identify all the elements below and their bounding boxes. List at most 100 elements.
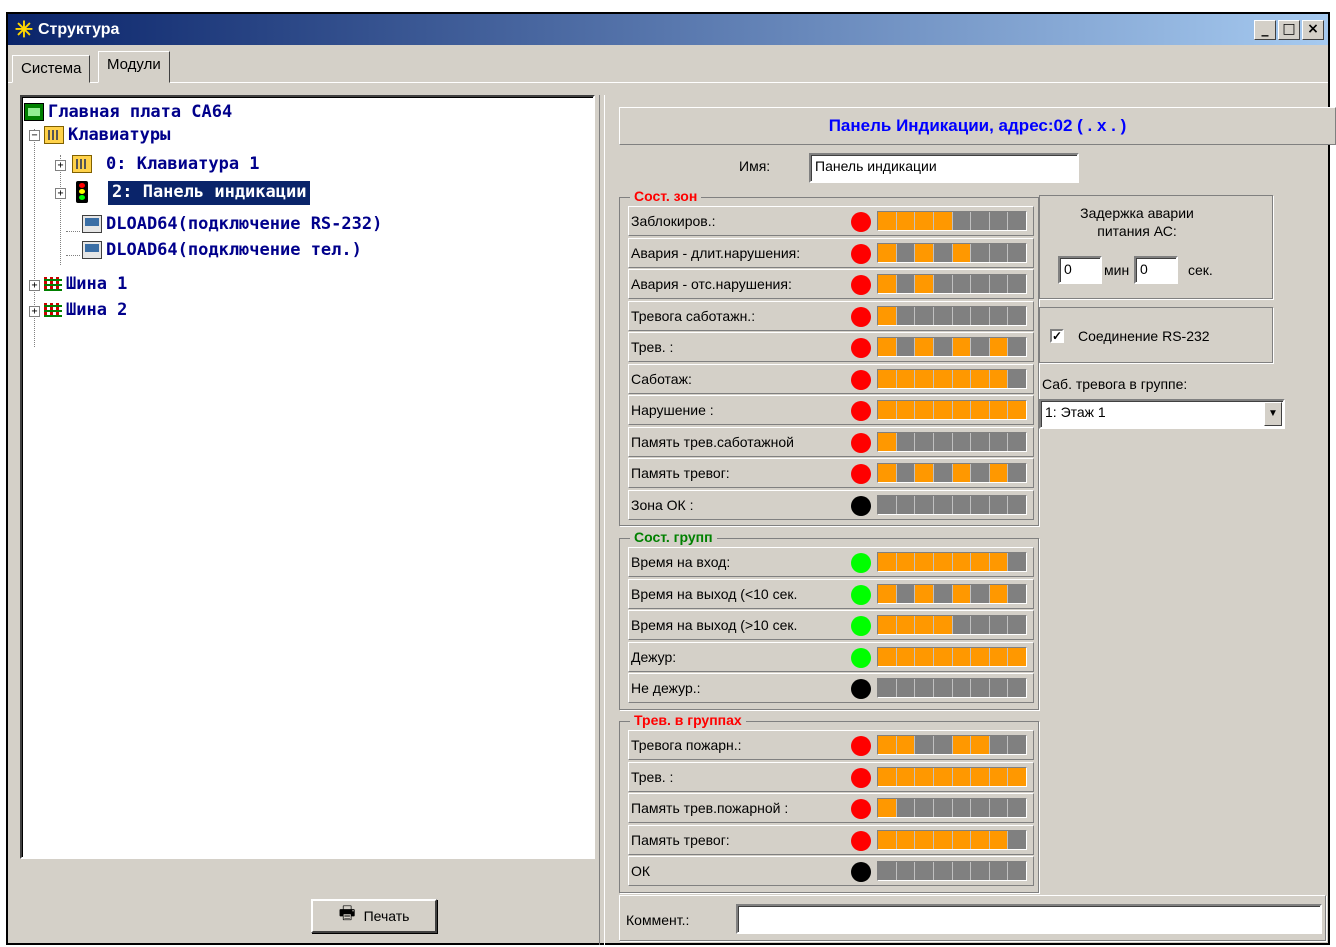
blink-segment[interactable] [952,799,972,817]
blink-segment[interactable] [989,369,1009,388]
led-icon[interactable] [851,464,871,484]
blink-segment[interactable] [1008,401,1026,419]
led-icon[interactable] [851,584,871,605]
maximize-button[interactable]: □ [1278,20,1300,40]
blink-segment[interactable] [952,464,972,482]
led-icon[interactable] [851,243,871,264]
blink-segment[interactable] [952,553,972,571]
blink-pattern[interactable] [877,494,1027,515]
print-button[interactable]: 🖶 Печать [311,899,437,933]
blink-segment[interactable] [971,616,990,634]
blink-segment[interactable] [896,799,916,817]
blink-segment[interactable] [878,553,897,571]
blink-segment[interactable] [1008,799,1026,817]
blink-segment[interactable] [933,275,953,293]
blink-segment[interactable] [1008,306,1026,325]
blink-segment[interactable] [971,369,990,388]
blink-pattern[interactable] [877,431,1027,452]
module-tree[interactable]: Главная плата СА64 − Клавиатуры + 0: Кла… [20,95,595,859]
blink-segment[interactable] [952,862,972,880]
tamper-group-select[interactable]: 1: Этаж 1 ▼ [1039,399,1285,429]
blink-segment[interactable] [933,369,953,388]
blink-pattern[interactable] [877,211,1027,231]
blink-segment[interactable] [878,212,897,230]
tree-node-mainboard[interactable]: Главная плата СА64 [48,101,232,125]
blink-segment[interactable] [896,584,916,603]
led-icon[interactable] [851,553,871,573]
blink-segment[interactable] [989,495,1009,514]
led-icon[interactable] [851,862,871,882]
led-icon[interactable] [851,401,871,421]
blink-segment[interactable] [971,679,990,697]
blink-pattern[interactable] [877,646,1027,667]
blink-segment[interactable] [878,464,897,482]
blink-segment[interactable] [1008,736,1026,754]
blink-segment[interactable] [878,432,897,451]
blink-segment[interactable] [896,736,916,754]
led-icon[interactable] [851,369,871,390]
tree-node-bus-1[interactable]: Шина 1 [66,273,127,297]
blink-pattern[interactable] [877,274,1027,294]
blink-segment[interactable] [915,616,934,634]
blink-segment[interactable] [933,830,953,849]
blink-segment[interactable] [933,495,953,514]
expand-toggle[interactable]: + [55,160,66,171]
blink-segment[interactable] [989,799,1009,817]
blink-segment[interactable] [952,495,972,514]
blink-segment[interactable] [952,679,972,697]
blink-segment[interactable] [1008,862,1026,880]
blink-segment[interactable] [896,767,916,786]
blink-segment[interactable] [896,212,916,230]
blink-segment[interactable] [952,736,972,754]
blink-segment[interactable] [989,862,1009,880]
led-icon[interactable] [851,679,871,699]
blink-segment[interactable] [896,432,916,451]
blink-pattern[interactable] [877,583,1027,604]
close-button[interactable]: × [1302,20,1324,40]
blink-pattern[interactable] [877,829,1027,850]
blink-segment[interactable] [971,553,990,571]
blink-pattern[interactable] [877,678,1027,698]
blink-segment[interactable] [915,495,934,514]
blink-segment[interactable] [1008,432,1026,451]
blink-segment[interactable] [915,736,934,754]
tree-node-dload-rs232[interactable]: DLOAD64(подключение RS-232) [106,213,382,237]
led-icon[interactable] [851,212,871,232]
blink-segment[interactable] [878,401,897,419]
led-icon[interactable] [851,830,871,851]
blink-segment[interactable] [989,553,1009,571]
blink-segment[interactable] [933,401,953,419]
blink-segment[interactable] [915,862,934,880]
blink-segment[interactable] [952,584,972,603]
splitter[interactable] [599,95,605,945]
blink-segment[interactable] [878,275,897,293]
blink-segment[interactable] [971,862,990,880]
blink-segment[interactable] [989,212,1009,230]
blink-segment[interactable] [1008,647,1026,666]
blink-segment[interactable] [933,464,953,482]
blink-segment[interactable] [1008,584,1026,603]
blink-segment[interactable] [915,369,934,388]
ac-delay-min-input[interactable]: 0 [1058,256,1102,284]
blink-segment[interactable] [1008,830,1026,849]
comment-input[interactable] [736,904,1322,934]
blink-pattern[interactable] [877,615,1027,635]
led-icon[interactable] [851,736,871,756]
blink-segment[interactable] [989,432,1009,451]
collapse-toggle[interactable]: − [29,130,40,141]
blink-segment[interactable] [878,647,897,666]
blink-segment[interactable] [971,736,990,754]
blink-segment[interactable] [989,243,1009,262]
blink-segment[interactable] [971,767,990,786]
blink-segment[interactable] [952,243,972,262]
blink-segment[interactable] [971,432,990,451]
blink-segment[interactable] [878,495,897,514]
tree-node-keypad-1[interactable]: 0: Клавиатура 1 [106,153,260,177]
led-icon[interactable] [851,647,871,668]
chevron-down-icon[interactable]: ▼ [1264,402,1282,426]
blink-segment[interactable] [1008,767,1026,786]
blink-segment[interactable] [952,401,972,419]
blink-segment[interactable] [933,679,953,697]
blink-segment[interactable] [933,243,953,262]
blink-segment[interactable] [915,679,934,697]
